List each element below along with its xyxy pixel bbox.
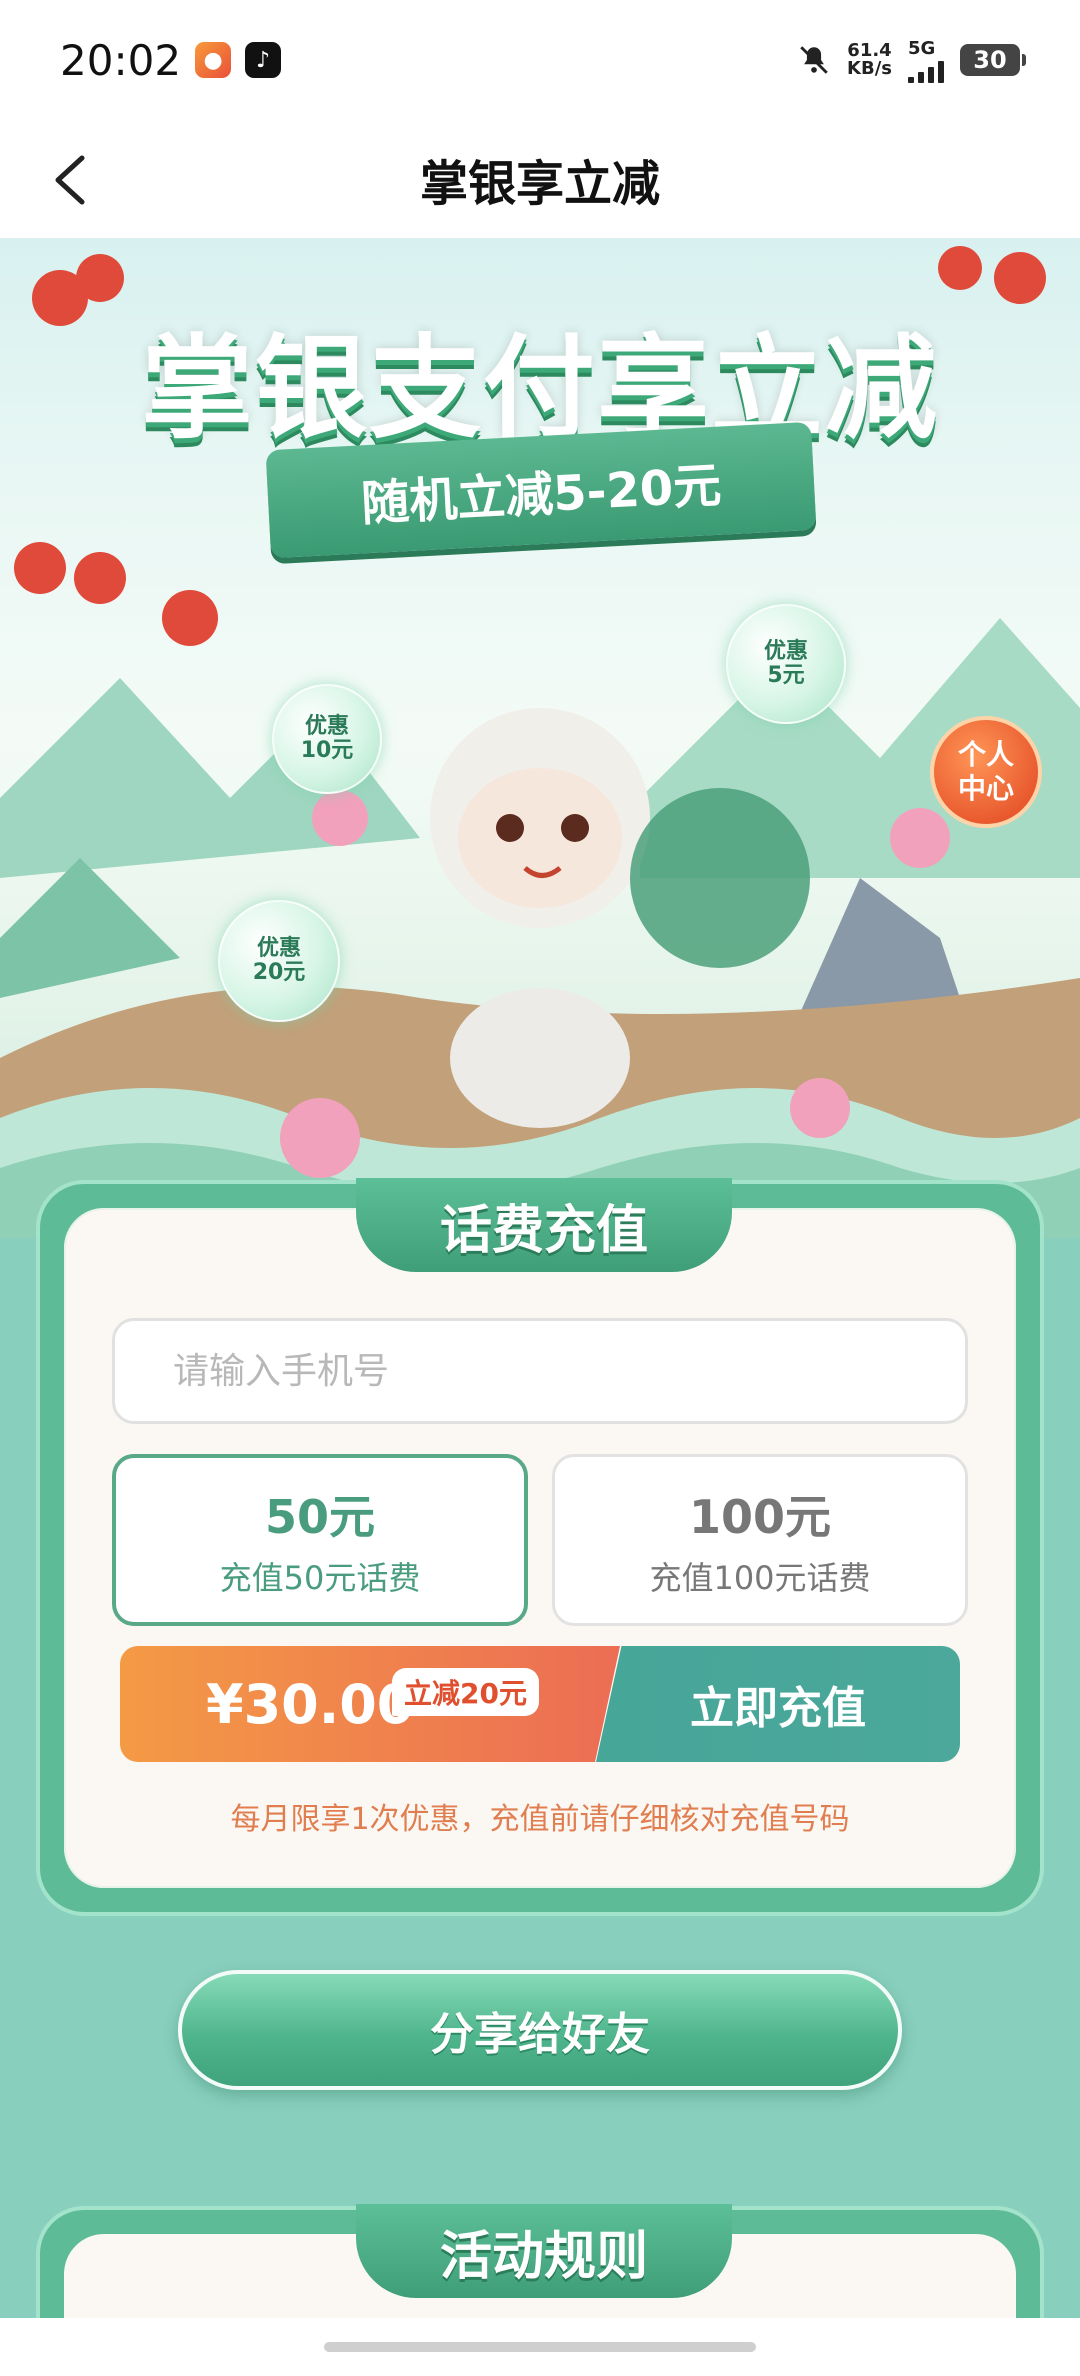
recharge-now-button[interactable]: 立即充值 [596, 1646, 960, 1762]
home-indicator[interactable] [324, 2342, 756, 2352]
signal-icon: 5G [908, 38, 944, 83]
battery-icon: 30 [960, 44, 1026, 76]
net-speed-unit: KB/s [847, 58, 892, 79]
price: ¥30.00 [206, 1672, 415, 1736]
discount-bubble-10: 优惠 10元 [272, 684, 382, 794]
option-50-desc: 充值50元话费 [219, 1559, 421, 1597]
option-100-amount: 100元 [688, 1490, 832, 1544]
status-right: 61.4 KB/s 5G 30 [797, 38, 1026, 83]
app-icon: ● [195, 42, 232, 78]
payment-bar: ¥30.00 立减20元 立即充值 [120, 1646, 960, 1762]
discount-bubble-5: 优惠 5元 [726, 604, 846, 724]
chevron-left-icon [55, 155, 85, 205]
personal-center-button[interactable]: 个人 中心 [930, 716, 1042, 828]
nav-bar: 掌银享立减 [0, 120, 1080, 238]
status-bar: 20:02 ● ♪ 61.4 KB/s 5G 30 [0, 0, 1080, 120]
net-speed: 61.4 KB/s [847, 42, 892, 78]
mute-bell-icon [800, 46, 828, 74]
page-title: 掌银享立减 [419, 156, 660, 212]
network-type: 5G [908, 37, 936, 59]
battery-level: 30 [973, 46, 1007, 74]
option-100[interactable]: 100元 充值100元话费 [552, 1454, 968, 1626]
recharge-card-body: 50元 充值50元话费 100元 充值100元话费 ¥30.00 立减20元 立… [64, 1208, 1016, 1888]
recharge-section-title: 话费充值 [356, 1178, 732, 1272]
price-area: ¥30.00 [120, 1646, 620, 1762]
status-time: 20:02 [60, 35, 182, 85]
recharge-note: 每月限享1次优惠，充值前请仔细核对充值号码 [230, 1802, 850, 1837]
hero-banner: 掌银支付享立减 随机立减5-20元 优惠 10元 优惠 5元 优惠 20元 个人 中心 [0, 238, 1080, 1238]
rules-section-title: 活动规则 [356, 2204, 732, 2298]
tiktok-icon: ♪ [245, 42, 282, 78]
share-button[interactable]: 分享给好友 [178, 1970, 902, 2090]
discount-badge: 立减20元 [392, 1668, 539, 1716]
option-50-amount: 50元 [264, 1490, 375, 1544]
phone-input[interactable] [112, 1318, 968, 1424]
option-50[interactable]: 50元 充值50元话费 [112, 1454, 528, 1626]
back-button[interactable] [40, 150, 100, 210]
option-100-desc: 充值100元话费 [649, 1559, 871, 1597]
recharge-card: 50元 充值50元话费 100元 充值100元话费 ¥30.00 立减20元 立… [36, 1178, 1044, 1916]
discount-bubble-20: 优惠 20元 [218, 900, 340, 1022]
